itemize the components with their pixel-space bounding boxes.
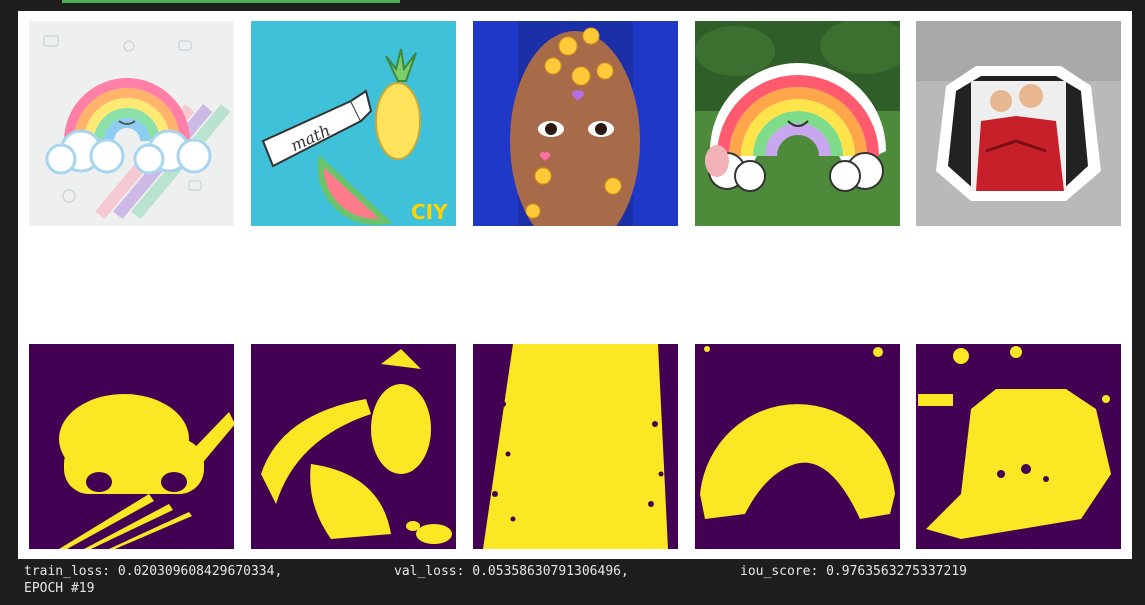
progress-bar xyxy=(62,0,400,3)
image-math-pineapple-watermelon-stickers: math CIY xyxy=(251,21,456,226)
image-face-with-emoji-stickers xyxy=(473,21,678,226)
image-rainbow-sticker-on-grass xyxy=(695,21,900,226)
figure-panel: math CIY xyxy=(18,11,1132,559)
image-rainbow-sticker-pencils xyxy=(29,21,234,226)
iou-score-text: iou_score: 0.9763563275337219 xyxy=(740,564,967,579)
metrics-line: train_loss: 0.020309608429670334, val_los… xyxy=(24,564,967,580)
mask-2 xyxy=(251,344,456,549)
mask-3 xyxy=(473,344,678,549)
image-spiderman-sticker-laptop xyxy=(916,21,1121,226)
mask-4 xyxy=(695,344,900,549)
val-loss-text: val_loss: 0.05358630791306496, xyxy=(394,564,629,579)
mask-1 xyxy=(29,344,234,549)
train-loss-text: train_loss: 0.020309608429670334, xyxy=(24,564,283,579)
mask-5 xyxy=(916,344,1121,549)
svg-text:CIY: CIY xyxy=(411,200,448,224)
epoch-label: EPOCH #19 xyxy=(24,581,95,596)
